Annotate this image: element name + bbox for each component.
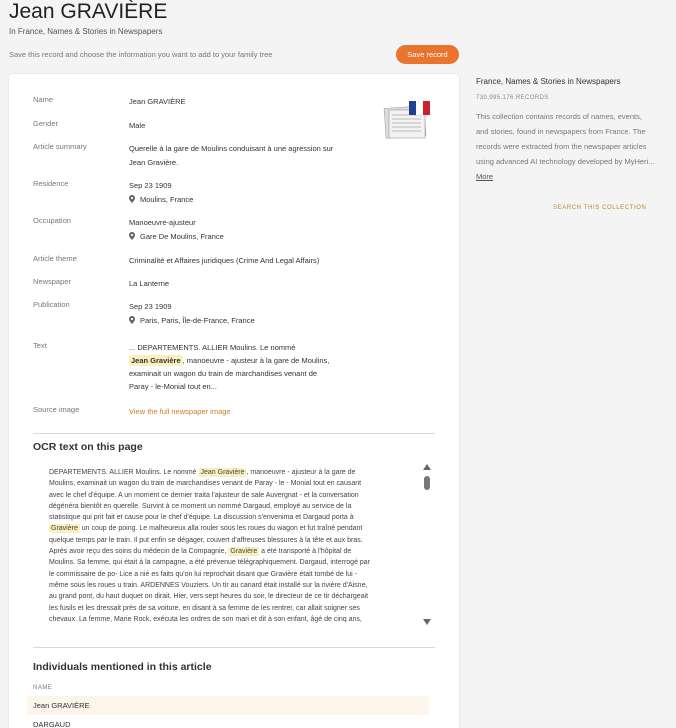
field-value: Querelle à la gare de Moulins conduisant… bbox=[129, 142, 379, 169]
save-hint: Save this record and choose the informat… bbox=[9, 50, 273, 59]
ocr-line: quelque temps par le train. Il put enfin… bbox=[49, 536, 363, 544]
records-count: 730,995,176 RECORDS bbox=[476, 95, 549, 101]
ocr-line: statistique qui prit fait et cause pour … bbox=[49, 514, 354, 522]
ocr-line: Gravière un coup de poing. Le malheureux… bbox=[49, 523, 414, 534]
field-label: Article theme bbox=[33, 254, 77, 263]
save-record-button[interactable]: Save record bbox=[396, 45, 459, 64]
ocr-line: dégénéra bientôt en querelle. Survint à … bbox=[49, 502, 352, 510]
occupation-value: Manoeuvre-ajusteur bbox=[129, 218, 196, 227]
occupation-place-line: Gare De Moulins, France bbox=[129, 230, 379, 243]
ocr-line: le commissaire de po- Lice a nié es fait… bbox=[49, 570, 357, 578]
ocr-line: Moulins. Sa femme, qui était à la campag… bbox=[49, 559, 371, 567]
ocr-text: a été transporté à l'hôpital de bbox=[259, 548, 352, 556]
residence-date: Sep 23 1909 bbox=[129, 181, 172, 190]
publication-place-line: Paris, Paris, Île-de-France, France bbox=[129, 314, 379, 327]
field-label: Article summary bbox=[33, 142, 87, 151]
ocr-line: DEPARTEMENTS. ALLIER Moulins. Le nommé J… bbox=[49, 467, 414, 478]
ocr-line: même sous les roues u train. ARDENNES Vo… bbox=[49, 581, 368, 589]
ocr-scrollbar[interactable] bbox=[423, 464, 431, 629]
individual-row-graviere[interactable]: Jean GRAVIÈRE bbox=[27, 696, 429, 715]
ocr-text-scroll-area[interactable]: DEPARTEMENTS. ALLIER Moulins. Le nommé J… bbox=[49, 467, 414, 632]
summary-line-2: Jean Gravière. bbox=[129, 158, 179, 167]
ocr-highlight: Gravière bbox=[49, 524, 80, 534]
ocr-section-title: OCR text on this page bbox=[33, 441, 143, 453]
field-label: Source image bbox=[33, 405, 80, 414]
field-label: Text bbox=[33, 341, 47, 350]
summary-line-1: Querelle à la gare de Moulins conduisant… bbox=[129, 144, 334, 153]
view-newspaper-image-link[interactable]: View the full newspaper image bbox=[129, 405, 379, 418]
location-pin-icon bbox=[129, 232, 135, 240]
ocr-text: , manoeuvre - ajusteur à la gare de bbox=[246, 469, 356, 476]
individuals-section-title: Individuals mentioned in this article bbox=[33, 661, 212, 673]
page-title: Jean GRAVIÈRE bbox=[9, 0, 168, 23]
text-line-1: ... DEPARTEMENTS. ALLIER Moulins. Le nom… bbox=[129, 343, 296, 352]
description-text: This collection contains records of name… bbox=[476, 112, 655, 166]
field-value: Sep 23 1909 Paris, Paris, Île-de-France,… bbox=[129, 300, 379, 327]
field-label: Occupation bbox=[33, 216, 71, 225]
ocr-text: DEPARTEMENTS. ALLIER Moulins. Le nommé bbox=[49, 469, 199, 476]
collection-title: France, Names & Stories in Newspapers bbox=[476, 77, 621, 86]
occupation-place: Gare De Moulins, France bbox=[140, 232, 224, 241]
scrollbar-thumb[interactable] bbox=[424, 476, 430, 490]
ocr-line: Après avoir reçu des soins du médecin de… bbox=[49, 546, 414, 557]
text-line-4: Paray - le-Monial tout en... bbox=[129, 382, 217, 391]
publication-place: Paris, Paris, Île-de-France, France bbox=[140, 316, 255, 325]
location-pin-icon bbox=[129, 195, 135, 203]
field-label: Newspaper bbox=[33, 277, 71, 286]
record-card: Name Jean GRAVIÈRE Gender Male Article s… bbox=[9, 74, 459, 728]
scroll-up-arrow-icon[interactable] bbox=[423, 464, 431, 470]
field-value: Male bbox=[129, 121, 146, 130]
ocr-line: Moulins, examinait un wagon du train de … bbox=[49, 480, 362, 488]
field-label: Gender bbox=[33, 119, 59, 128]
field-label: Name bbox=[33, 95, 54, 104]
residence-place: Moulins, France bbox=[140, 195, 194, 204]
scroll-down-arrow-icon[interactable] bbox=[423, 619, 431, 625]
more-link[interactable]: More bbox=[476, 172, 493, 181]
newspaper-thumbnail bbox=[383, 101, 430, 139]
name-column-header: NAME bbox=[33, 685, 53, 691]
ocr-line: chevaux. La femme, Marie Rock, exécuta l… bbox=[49, 615, 362, 623]
ocr-line: au grand pont, du haut duquet on dirait.… bbox=[49, 593, 369, 601]
field-value: Jean GRAVIÈRE bbox=[129, 97, 186, 106]
field-value: ... DEPARTEMENTS. ALLIER Moulins. Le nom… bbox=[129, 341, 379, 393]
ocr-highlight: Gravière bbox=[228, 547, 260, 557]
collection-description: This collection contains records of name… bbox=[476, 109, 656, 184]
highlighted-name: Jean Gravière bbox=[129, 355, 183, 366]
divider bbox=[33, 647, 435, 648]
field-label: Residence bbox=[33, 179, 69, 188]
field-value: Sep 23 1909 Moulins, France bbox=[129, 179, 379, 206]
ocr-text: un coup de poing. Le malheureux alla rou… bbox=[79, 525, 363, 533]
field-value: Criminalité et Affaires juridiques (Crim… bbox=[129, 256, 320, 265]
ocr-text: Après avoir reçu des soins du médecin de… bbox=[49, 548, 229, 556]
ocr-highlight: Jean Gravière bbox=[198, 468, 247, 477]
collection-subtitle: In France, Names & Stories in Newspapers bbox=[9, 27, 163, 36]
ocr-line: avec le chef d'équipe. A un moment ce de… bbox=[49, 491, 359, 499]
publication-date: Sep 23 1909 bbox=[129, 302, 172, 311]
search-collection-link[interactable]: SEARCH THIS COLLECTION bbox=[553, 205, 646, 211]
text-line-3: examinait un wagon du train de marchandi… bbox=[129, 369, 318, 378]
field-label: Publication bbox=[33, 300, 70, 309]
ocr-line: les fusils et les dressait près de sa vo… bbox=[49, 604, 360, 612]
field-value: Manoeuvre-ajusteur Gare De Moulins, Fran… bbox=[129, 216, 379, 243]
residence-place-line: Moulins, France bbox=[129, 193, 379, 206]
individual-row-dargaud[interactable]: DARGAUD bbox=[27, 715, 429, 728]
field-value: La Lanterne bbox=[129, 279, 170, 288]
divider bbox=[33, 433, 435, 434]
location-pin-icon bbox=[129, 316, 135, 324]
text-line-2: , manoeuvre - ajusteur à la gare de Moul… bbox=[182, 356, 330, 365]
